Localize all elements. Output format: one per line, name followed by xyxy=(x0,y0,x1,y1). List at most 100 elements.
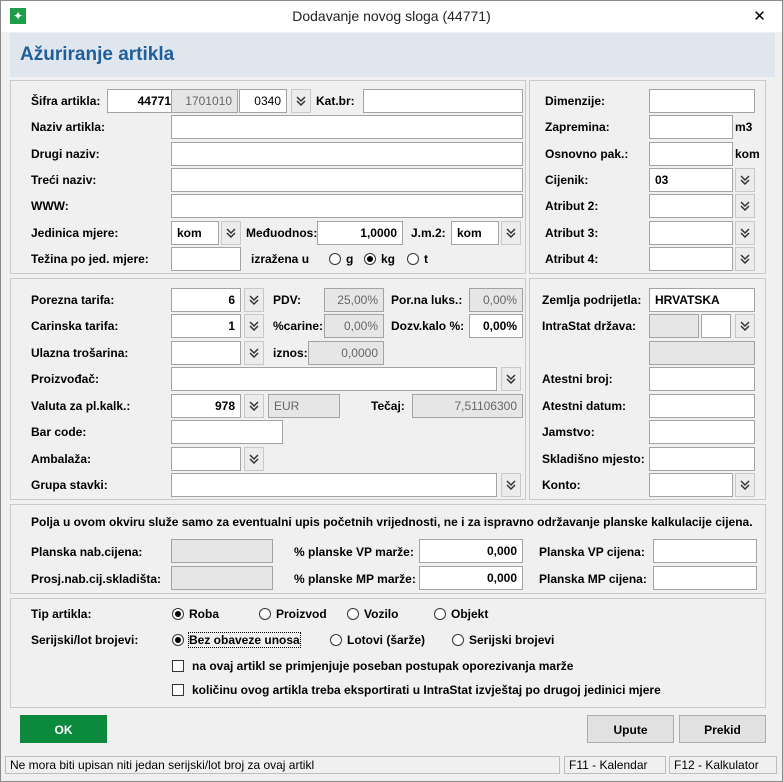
jm2-field[interactable]: kom xyxy=(451,221,499,245)
treci-naziv-field[interactable] xyxy=(171,168,523,192)
carinska-field[interactable]: 1 xyxy=(171,314,241,338)
meduodnos-field[interactable]: 1,0000 xyxy=(317,221,403,245)
proizvodac-dropdown-button[interactable] xyxy=(501,367,521,391)
title-bar[interactable]: ✦ Dodavanje novog sloga (44771) ✕ xyxy=(1,1,782,32)
atribut2-field[interactable] xyxy=(649,194,733,218)
www-field[interactable] xyxy=(171,194,523,218)
zapremina-field[interactable] xyxy=(649,115,733,139)
radio-icon xyxy=(329,253,341,265)
prosj-field xyxy=(171,566,273,590)
intrastat-field xyxy=(649,314,699,338)
valuta-field[interactable]: 978 xyxy=(171,394,241,418)
valuta-label: Valuta za pl.kalk.: xyxy=(31,399,131,413)
valuta-dropdown-button[interactable] xyxy=(244,394,264,418)
atestni-broj-field[interactable] xyxy=(649,367,755,391)
carine-field: 0,00% xyxy=(324,314,384,338)
tezina-field[interactable] xyxy=(171,247,241,271)
chevron-down-icon xyxy=(740,480,750,491)
porezna-field[interactable]: 6 xyxy=(171,288,241,312)
unit-radio-g[interactable]: g xyxy=(329,251,353,267)
sifra-field[interactable]: 44771 xyxy=(107,89,177,113)
zapremina-unit: m3 xyxy=(735,120,753,134)
unit-radio-kg[interactable]: kg xyxy=(364,251,395,267)
carinska-dropdown-button[interactable] xyxy=(244,314,264,338)
grupa-field: 1701010 xyxy=(171,89,238,113)
tip-radio-vozilo[interactable]: Vozilo xyxy=(347,606,398,622)
cjenik-dropdown-button[interactable] xyxy=(735,168,755,192)
tip-radio-proizvod[interactable]: Proizvod xyxy=(259,606,327,622)
atribut4-field[interactable] xyxy=(649,247,733,271)
valuta-code-field: EUR xyxy=(268,394,340,418)
pmp-field[interactable]: 0,000 xyxy=(419,566,523,590)
prekid-button[interactable]: Prekid xyxy=(679,715,766,743)
proizvodac-label: Proizvođač: xyxy=(31,372,100,386)
serijski-radio-serijski[interactable]: Serijski brojevi xyxy=(452,632,554,648)
sifra-dropdown-button[interactable] xyxy=(291,89,311,113)
intrastat-label: IntraStat država: xyxy=(542,319,637,333)
porlux-label: Por.na luks.: xyxy=(391,293,463,307)
atribut3-field[interactable] xyxy=(649,221,733,245)
intrastat-name-field xyxy=(649,341,755,365)
drugi-naziv-field[interactable] xyxy=(171,142,523,166)
chevron-down-icon xyxy=(506,228,516,239)
ok-button[interactable]: OK xyxy=(20,715,107,743)
jamstvo-field[interactable] xyxy=(649,420,755,444)
atribut3-dropdown-button[interactable] xyxy=(735,221,755,245)
intrastat-dropdown-button[interactable] xyxy=(735,314,755,338)
serijski-radio-bez[interactable]: Bez obaveze unosa xyxy=(172,632,301,648)
plan-mp-field[interactable] xyxy=(653,566,757,590)
plan-vp-field[interactable] xyxy=(653,539,757,563)
tip-radio-roba[interactable]: Roba xyxy=(172,606,219,622)
ulazna-dropdown-button[interactable] xyxy=(244,341,264,365)
upute-button[interactable]: Upute xyxy=(587,715,674,743)
type-panel: Tip artikla: Roba Proizvod Vozilo Objekt… xyxy=(10,598,766,708)
ambalaza-field[interactable] xyxy=(171,447,241,471)
konto-field[interactable] xyxy=(649,473,733,497)
intrastat-export-checkbox[interactable]: količinu ovog artikla treba eksportirati… xyxy=(172,682,661,698)
chevron-down-icon xyxy=(740,228,750,239)
chevron-down-icon xyxy=(506,374,516,385)
porezna-label: Porezna tarifa: xyxy=(31,293,115,307)
iznos-field: 0,0000 xyxy=(308,341,384,365)
barcode-field[interactable] xyxy=(171,420,283,444)
pvp-field[interactable]: 0,000 xyxy=(419,539,523,563)
izrazena-label: izražena u xyxy=(251,252,310,266)
jm-dropdown-button[interactable] xyxy=(221,221,241,245)
intrastat-code-field[interactable] xyxy=(701,314,731,338)
status-bar: Ne mora biti upisan niti jedan serijski/… xyxy=(1,753,782,781)
atribut3-label: Atribut 3: xyxy=(545,226,599,240)
ambalaza-dropdown-button[interactable] xyxy=(244,447,264,471)
atribut4-dropdown-button[interactable] xyxy=(735,247,755,271)
konto-dropdown-button[interactable] xyxy=(735,473,755,497)
unit-radio-t[interactable]: t xyxy=(407,251,428,267)
dimenzije-field[interactable] xyxy=(649,89,755,113)
meduodnos-label: Međuodnos: xyxy=(246,226,318,240)
grupa-stavki-dropdown-button[interactable] xyxy=(501,473,521,497)
porezna-dropdown-button[interactable] xyxy=(244,288,264,312)
dozv-field[interactable]: 0,00% xyxy=(469,314,523,338)
atribut2-dropdown-button[interactable] xyxy=(735,194,755,218)
header-band: Ažuriranje artikla xyxy=(10,33,775,77)
cjenik-field[interactable]: 03 xyxy=(649,168,733,192)
status-f11-calendar[interactable]: F11 - Kalendar xyxy=(564,756,666,774)
osnovno-field[interactable] xyxy=(649,142,733,166)
close-button[interactable]: ✕ xyxy=(737,1,782,32)
ulazna-field[interactable] xyxy=(171,341,241,365)
serijski-radio-lotovi[interactable]: Lotovi (šarže) xyxy=(330,632,425,648)
proizvodac-field[interactable] xyxy=(171,367,497,391)
skladisno-field[interactable] xyxy=(649,447,755,471)
tip-label: Tip artikla: xyxy=(31,607,92,621)
margin-tax-checkbox[interactable]: na ovaj artikl se primjenjuje poseban po… xyxy=(172,658,573,674)
podgrupa-field[interactable]: 0340 xyxy=(239,89,287,113)
naziv-field[interactable] xyxy=(171,115,523,139)
planning-note: Polja u ovom okviru služe samo za eventu… xyxy=(31,515,753,529)
jm2-dropdown-button[interactable] xyxy=(501,221,521,245)
zemlja-field[interactable]: HRVATSKA xyxy=(649,288,755,312)
jm-field[interactable]: kom xyxy=(171,221,219,245)
tip-radio-objekt[interactable]: Objekt xyxy=(434,606,488,622)
katbr-field[interactable] xyxy=(363,89,523,113)
grupa-stavki-field[interactable] xyxy=(171,473,497,497)
atestni-datum-field[interactable] xyxy=(649,394,755,418)
status-f12-calculator[interactable]: F12 - Kalkulator xyxy=(669,756,777,774)
article-panel: Šifra artikla: 44771 1701010 0340 Kat.br… xyxy=(10,80,526,274)
